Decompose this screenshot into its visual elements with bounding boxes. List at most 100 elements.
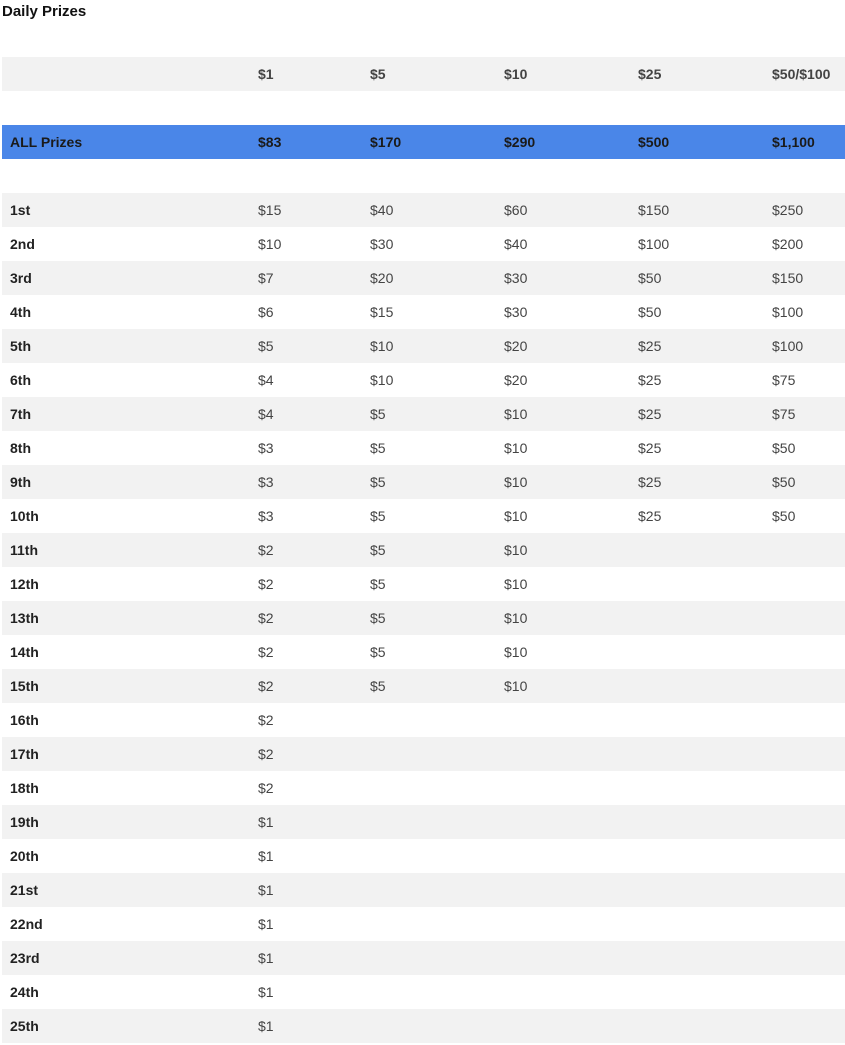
place-label: 17th [10,746,39,762]
prize-cell: $10 [504,644,528,660]
prize-cell: $10 [504,508,528,524]
place-label: 22nd [10,916,43,932]
place-label: 13th [10,610,39,626]
place-label: 20th [10,848,39,864]
table-spacer [2,159,845,193]
prize-cell: $3 [258,440,274,456]
place-label: 12th [10,576,39,592]
table-spacer [2,91,845,125]
table-row: 19th $1 [2,805,845,839]
prize-cell: $100 [772,338,804,354]
place-label: 19th [10,814,39,830]
prize-cell: $25 [638,406,662,422]
prize-cell: $50 [772,508,796,524]
prize-cell: $1 [258,814,274,830]
header-cell-buyin-50-100: $50/$100 [772,66,831,82]
table-row: 5th $5 $10 $20 $25 $100 [2,329,845,363]
prize-cell: $150 [772,270,804,286]
prize-cell: $4 [258,406,274,422]
prize-cell: $15 [370,304,394,320]
place-label: 9th [10,474,31,490]
prize-cell: $10 [370,372,394,388]
prize-cell: $1 [258,950,274,966]
prize-cell: $75 [772,406,796,422]
prize-cell: $25 [638,508,662,524]
prize-cell: $1 [258,916,274,932]
table-row: 10th $3 $5 $10 $25 $50 [2,499,845,533]
prize-cell: $10 [504,576,528,592]
prize-cell: $3 [258,508,274,524]
place-label: 21st [10,882,39,898]
prize-rows: 1st $15 $40 $60 $150 $250 2nd $10 $30 $40 $100 $200… [2,193,845,1043]
place-label: 24th [10,984,39,1000]
table-row: 16th $2 [2,703,845,737]
place-label: 5th [10,338,31,354]
prize-cell: $100 [772,304,804,320]
prize-cell: $7 [258,270,274,286]
prize-cell: $1 [258,848,274,864]
place-label: 25th [10,1018,39,1034]
place-label: 7th [10,406,31,422]
prize-cell: $2 [258,644,274,660]
totals-row: ALL Prizes $83 $170 $290 $500 $1,100 [2,125,845,159]
place-label: 11th [10,542,39,558]
prize-cell: $10 [370,338,394,354]
prize-cell: $4 [258,372,274,388]
table-row: 17th $2 [2,737,845,771]
prize-cell: $50 [638,270,662,286]
prize-cell: $5 [370,576,386,592]
table-row: 24th $1 [2,975,845,1009]
prize-cell: $2 [258,678,274,694]
place-label: 2nd [10,236,35,252]
prize-cell: $30 [504,304,528,320]
prize-cell: $2 [258,746,274,762]
prize-cell: $5 [370,508,386,524]
place-label: 23rd [10,950,40,966]
prize-cell: $40 [370,202,394,218]
place-label: 3rd [10,270,32,286]
prize-cell: $15 [258,202,282,218]
prize-cell: $20 [504,372,528,388]
prize-cell: $50 [772,474,796,490]
prize-cell: $10 [504,440,528,456]
prize-cell: $10 [504,542,528,558]
place-label: 18th [10,780,39,796]
table-row: 12th $2 $5 $10 [2,567,845,601]
prize-cell: $250 [772,202,804,218]
place-label: 4th [10,304,31,320]
prize-cell: $25 [638,372,662,388]
prize-cell: $5 [258,338,274,354]
table-row: 20th $1 [2,839,845,873]
prize-cell: $10 [504,610,528,626]
prize-cell: $25 [638,338,662,354]
table-row: 11th $2 $5 $10 [2,533,845,567]
place-label: 15th [10,678,39,694]
prize-cell: $5 [370,406,386,422]
prize-cell: $10 [504,406,528,422]
prize-cell: $25 [638,440,662,456]
prize-cell: $100 [638,236,670,252]
place-label: 6th [10,372,31,388]
table-row: 23rd $1 [2,941,845,975]
prize-cell: $5 [370,542,386,558]
prize-cell: $30 [370,236,394,252]
prize-cell: $50 [772,440,796,456]
prize-cell: $1 [258,882,274,898]
prize-cell: $5 [370,644,386,660]
header-cell-buyin-1: $1 [258,66,274,82]
table-row: 9th $3 $5 $10 $25 $50 [2,465,845,499]
prize-cell: $2 [258,542,274,558]
prize-table: $1 $5 $10 $25 $50/$100 ALL Prizes $83 $1… [2,57,845,1043]
prize-cell: $2 [258,576,274,592]
table-header-row: $1 $5 $10 $25 $50/$100 [2,57,845,91]
prize-cell: $25 [638,474,662,490]
totals-cell: $83 [258,134,282,150]
prize-cell: $10 [504,474,528,490]
prize-cell: $200 [772,236,804,252]
prize-cell: $10 [258,236,282,252]
table-row: 4th $6 $15 $30 $50 $100 [2,295,845,329]
place-label: 14th [10,644,39,660]
prize-cell: $20 [370,270,394,286]
table-row: 1st $15 $40 $60 $150 $250 [2,193,845,227]
prize-cell: $1 [258,984,274,1000]
